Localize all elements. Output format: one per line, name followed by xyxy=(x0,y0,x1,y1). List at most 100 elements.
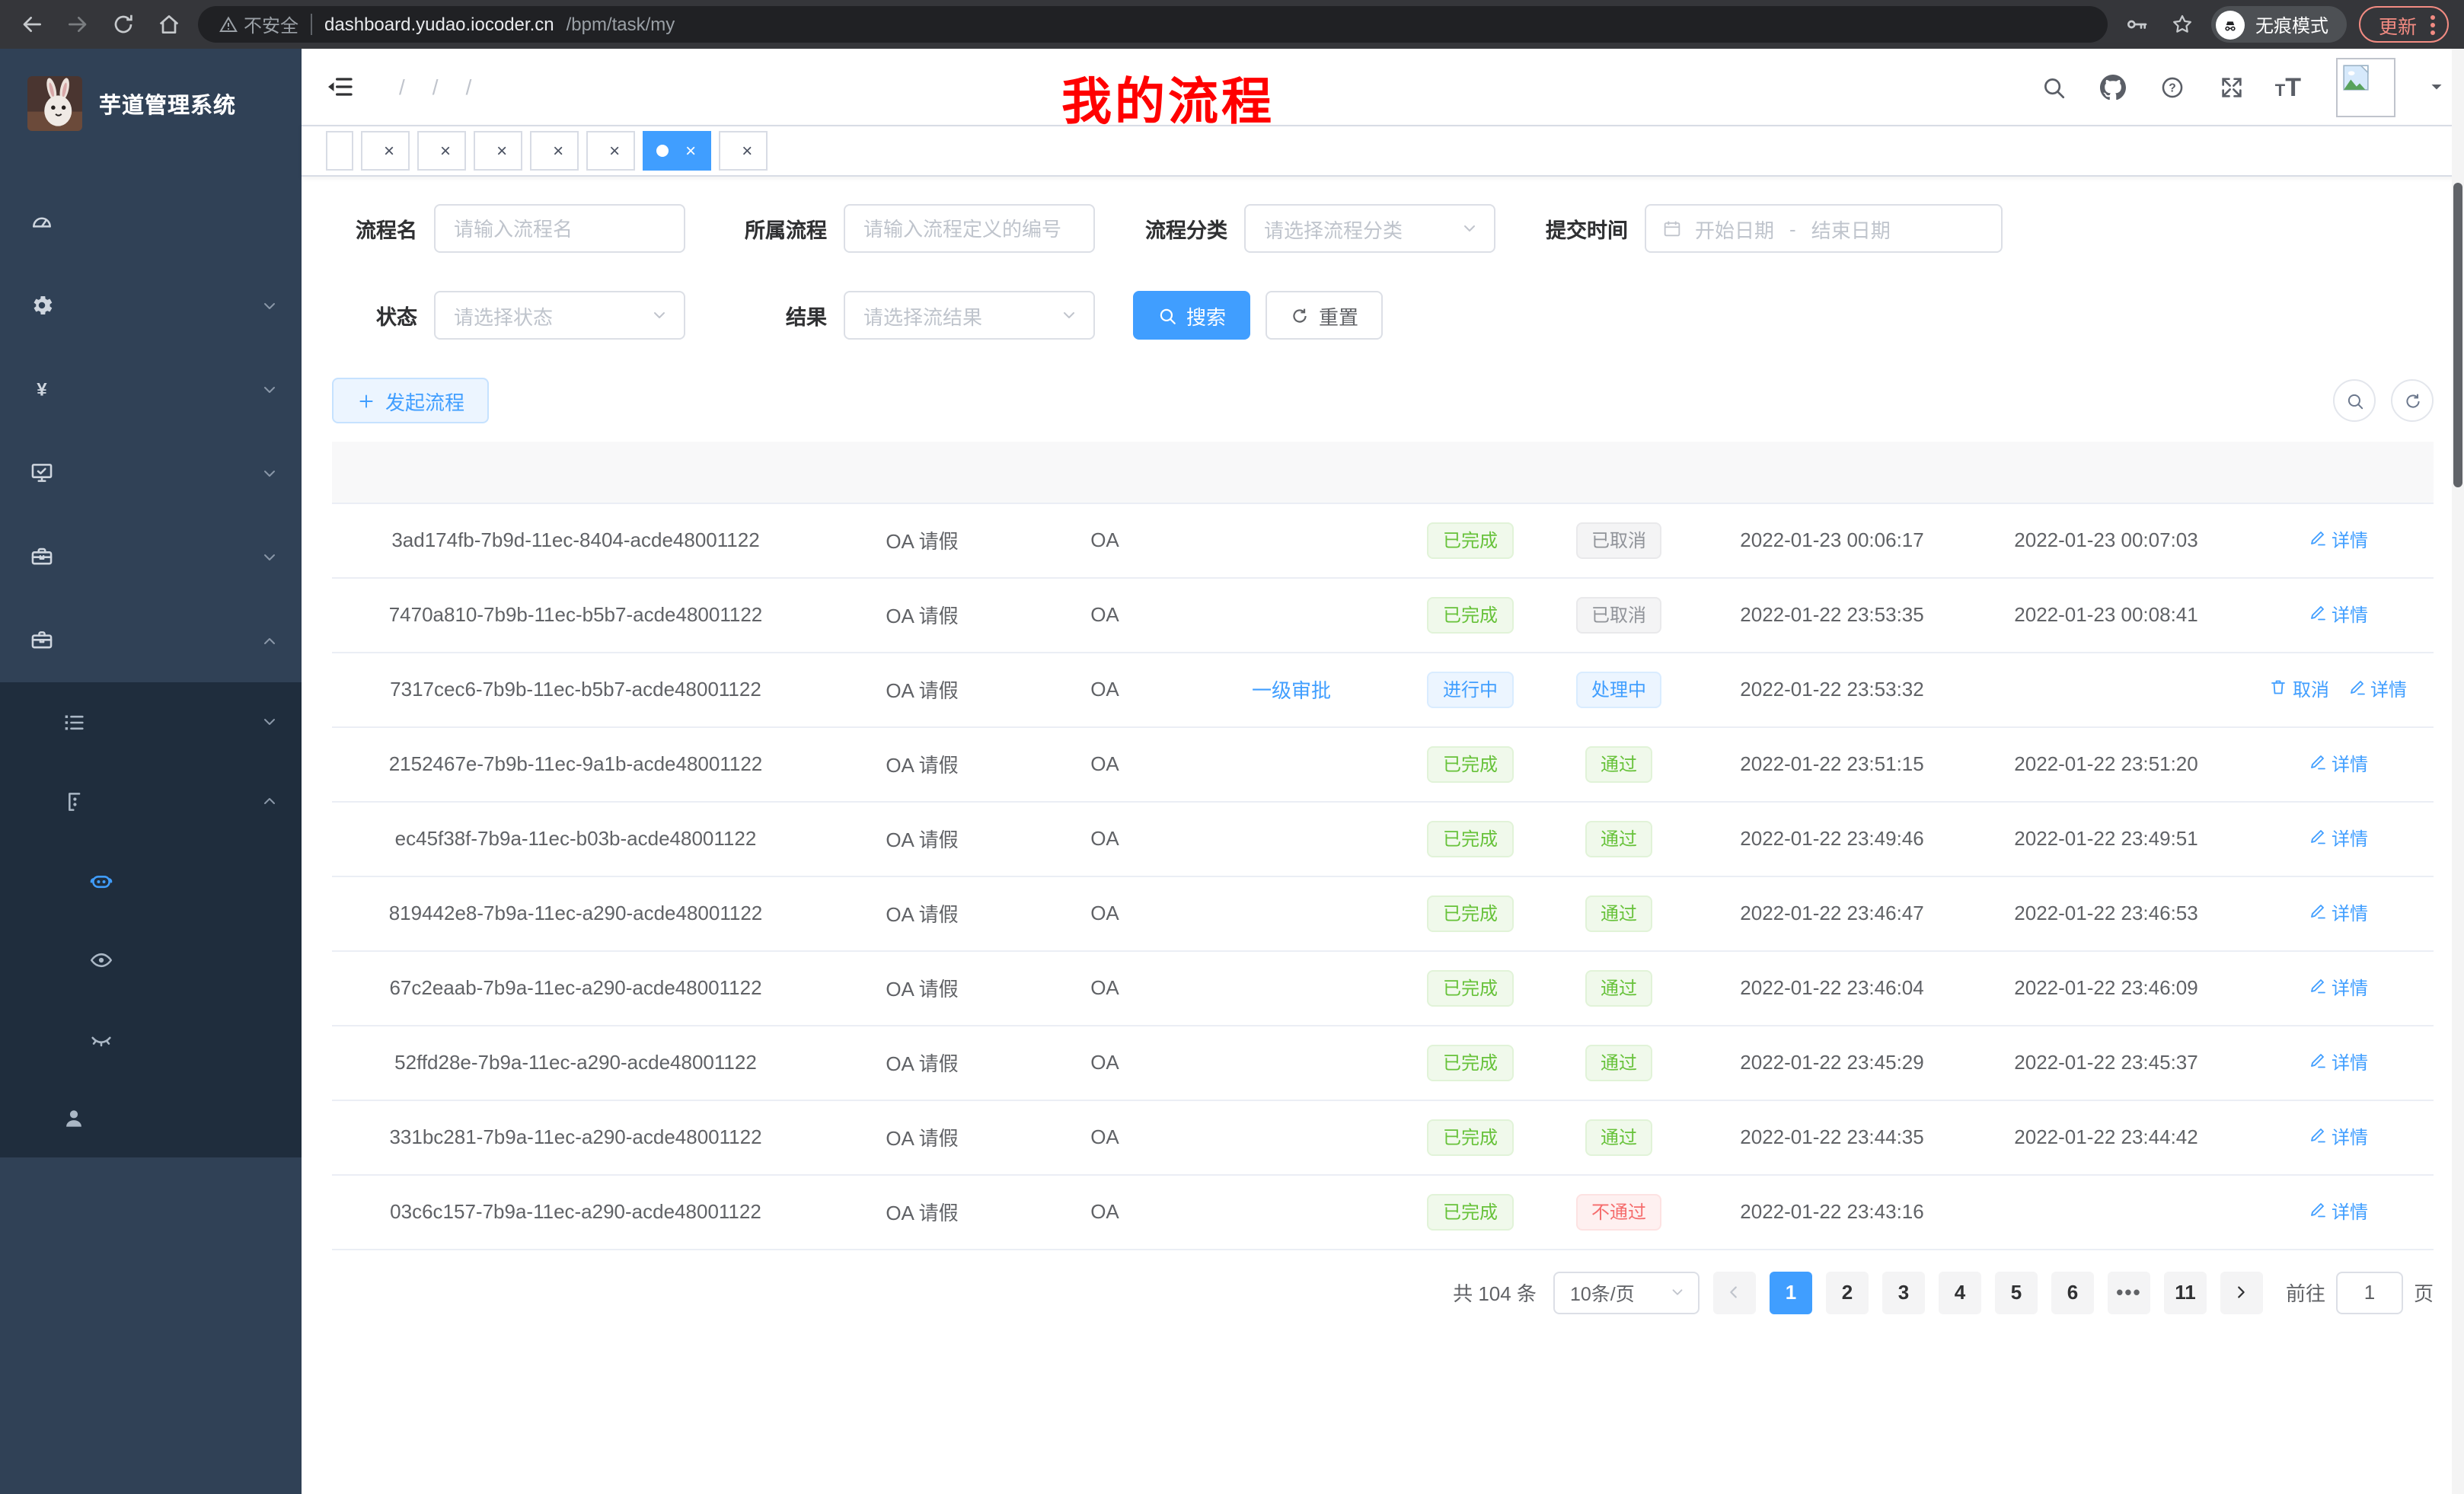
close-icon[interactable]: × xyxy=(382,142,396,160)
detail-link[interactable]: 详情 xyxy=(2309,602,2368,627)
cell-current-task xyxy=(1185,503,1398,577)
browser-forward-icon[interactable] xyxy=(61,8,94,41)
app-logo-row[interactable]: 芋道管理系统 xyxy=(0,49,302,180)
reset-button[interactable]: 重置 xyxy=(1266,291,1383,340)
cell-result: 通过 xyxy=(1543,726,1695,801)
chevron-down-icon[interactable] xyxy=(2427,78,2446,96)
goto-page-input[interactable] xyxy=(2336,1271,2403,1314)
sidebar-item-payment[interactable]: ¥ xyxy=(0,347,302,431)
detail-link[interactable]: 详情 xyxy=(2309,1199,2368,1224)
cell-actions: 详情 xyxy=(2243,503,2434,577)
close-icon[interactable]: × xyxy=(551,142,565,160)
result-select[interactable]: 请选择流结果 xyxy=(844,291,1095,340)
help-icon[interactable]: ? xyxy=(2156,70,2190,104)
sidebar-item-home[interactable] xyxy=(0,180,302,263)
page-button-1[interactable]: 1 xyxy=(1770,1271,1812,1314)
page-button-3[interactable]: 3 xyxy=(1882,1271,1925,1314)
submit-time-range-picker[interactable]: 开始日期 - 结束日期 xyxy=(1645,204,2003,253)
close-icon[interactable]: × xyxy=(495,142,509,160)
next-page-button[interactable] xyxy=(2220,1271,2263,1314)
detail-link[interactable]: 详情 xyxy=(2309,900,2368,926)
tab-home[interactable] xyxy=(326,131,353,171)
table-refresh-icon[interactable] xyxy=(2391,379,2434,422)
filter-process-category: 流程分类 请选择流程分类 xyxy=(1145,204,1495,253)
page-size-value: 10条/页 xyxy=(1570,1278,1669,1307)
status-select[interactable]: 请选择状态 xyxy=(434,291,685,340)
browser-home-icon[interactable] xyxy=(152,8,186,41)
column-status xyxy=(1398,442,1543,503)
password-key-icon[interactable] xyxy=(2120,8,2153,41)
sidebar-item-dev-tools[interactable] xyxy=(0,515,302,599)
close-icon[interactable]: × xyxy=(684,142,697,160)
browser-back-icon[interactable] xyxy=(15,8,49,41)
table-search-icon[interactable] xyxy=(2333,379,2376,422)
page-button-6[interactable]: 6 xyxy=(2051,1271,2094,1314)
tab-process-model[interactable]: × xyxy=(417,131,466,171)
sidebar-fold-icon[interactable] xyxy=(324,70,358,104)
page-button-2[interactable]: 2 xyxy=(1826,1271,1869,1314)
close-icon[interactable]: × xyxy=(740,142,754,160)
browser-update-button[interactable]: 更新 xyxy=(2359,6,2449,43)
detail-link[interactable]: 详情 xyxy=(2348,676,2407,702)
page-button-4[interactable]: 4 xyxy=(1939,1271,1981,1314)
cell-category: OA xyxy=(1025,652,1185,726)
avatar[interactable] xyxy=(2336,57,2395,117)
sidebar-item-done-tasks[interactable] xyxy=(0,999,302,1078)
search-icon[interactable] xyxy=(2038,70,2071,104)
column-name xyxy=(819,442,1025,503)
page-button-11[interactable]: 11 xyxy=(2164,1271,2207,1314)
pager-ellipsis[interactable]: ••• xyxy=(2108,1271,2150,1314)
browser-reload-icon[interactable] xyxy=(107,8,140,41)
sidebar-item-todo-tasks[interactable] xyxy=(0,920,302,999)
cell-id: 819442e8-7b9a-11ec-a290-acde48001122 xyxy=(332,876,819,950)
tab-my-process[interactable]: × xyxy=(643,131,711,171)
cell-category: OA xyxy=(1025,1025,1185,1100)
browser-menu-icon[interactable] xyxy=(2430,14,2435,34)
detail-link[interactable]: 详情 xyxy=(2309,975,2368,1001)
scrollbar-thumb[interactable] xyxy=(2453,183,2462,487)
tab-user-group[interactable]: × xyxy=(586,131,635,171)
sidebar-item-workflow[interactable] xyxy=(0,599,302,682)
sidebar-item-system[interactable] xyxy=(0,263,302,347)
address-bar[interactable]: 不安全 dashboard.yudao.iocoder.cn/bpm/task/… xyxy=(198,6,2108,43)
fullscreen-icon[interactable] xyxy=(2216,70,2249,104)
tab-process-definition[interactable]: × xyxy=(361,131,410,171)
font-size-icon[interactable]: TT xyxy=(2275,74,2301,100)
tags-view: × × × × × × × xyxy=(302,125,2464,177)
tab-process-form-edit[interactable]: × xyxy=(530,131,579,171)
process-definition-input[interactable] xyxy=(844,204,1095,253)
close-icon[interactable]: × xyxy=(608,142,621,160)
prev-page-button[interactable] xyxy=(1713,1271,1756,1314)
detail-link[interactable]: 详情 xyxy=(2309,825,2368,851)
cell-current-task[interactable]: 一级审批 xyxy=(1185,652,1398,726)
sidebar-item-my-process[interactable] xyxy=(0,841,302,920)
close-icon[interactable]: × xyxy=(439,142,452,160)
cell-status: 已完成 xyxy=(1398,1174,1543,1249)
page-button-5[interactable]: 5 xyxy=(1995,1271,2038,1314)
edit-pencil-icon xyxy=(2309,902,2327,924)
tab-start-process[interactable]: × xyxy=(719,131,768,171)
sidebar-item-process-management[interactable] xyxy=(0,682,302,761)
cell-actions: 详情 xyxy=(2243,577,2434,652)
sidebar-item-task-management[interactable] xyxy=(0,761,302,841)
tab-process-form[interactable]: × xyxy=(474,131,522,171)
detail-link[interactable]: 详情 xyxy=(2309,751,2368,777)
not-secure-warning[interactable]: 不安全 xyxy=(219,11,298,37)
detail-link[interactable]: 详情 xyxy=(2309,527,2368,553)
process-category-select[interactable]: 请选择流程分类 xyxy=(1244,204,1495,253)
toolbar: 发起流程 xyxy=(332,378,2434,423)
start-process-button[interactable]: 发起流程 xyxy=(332,378,489,423)
detail-link[interactable]: 详情 xyxy=(2309,1049,2368,1075)
detail-link[interactable]: 详情 xyxy=(2309,1124,2368,1150)
cancel-link[interactable]: 取消 xyxy=(2270,676,2329,702)
page-size-select[interactable]: 10条/页 xyxy=(1553,1271,1700,1314)
sidebar-item-infrastructure[interactable] xyxy=(0,431,302,515)
github-icon[interactable] xyxy=(2097,70,2130,104)
search-button[interactable]: 搜索 xyxy=(1133,291,1250,340)
sidebar-item-leave-query[interactable] xyxy=(0,1078,302,1157)
bookmark-star-icon[interactable] xyxy=(2166,8,2199,41)
process-name-input[interactable] xyxy=(434,204,685,253)
chevron-down-icon xyxy=(260,547,279,566)
status-badge: 已完成 xyxy=(1428,596,1513,633)
result-badge: 通过 xyxy=(1585,745,1652,782)
